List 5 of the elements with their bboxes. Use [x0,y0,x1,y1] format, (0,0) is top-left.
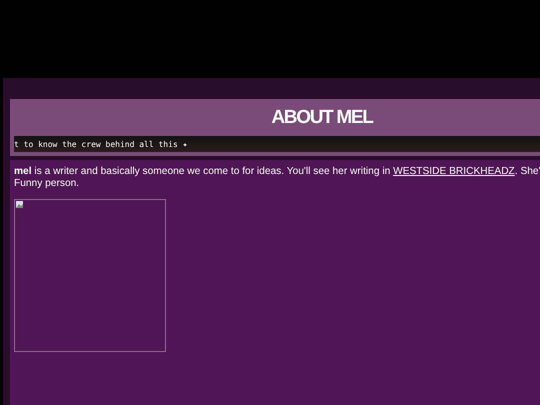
marquee-text: t to know the crew behind all this ✦ [14,140,188,148]
bio-paragraph: mel is a writer and basically someone we come to for ideas. You'll see her writing in WESTSIDE BRICKHEADZ. She' Funny person. [14,166,540,190]
broken-image-icon [16,201,23,208]
link[interactable]: WESTSIDE BRICKHEADZ [393,166,515,177]
page-title: ABOUT MEL [270,106,374,130]
